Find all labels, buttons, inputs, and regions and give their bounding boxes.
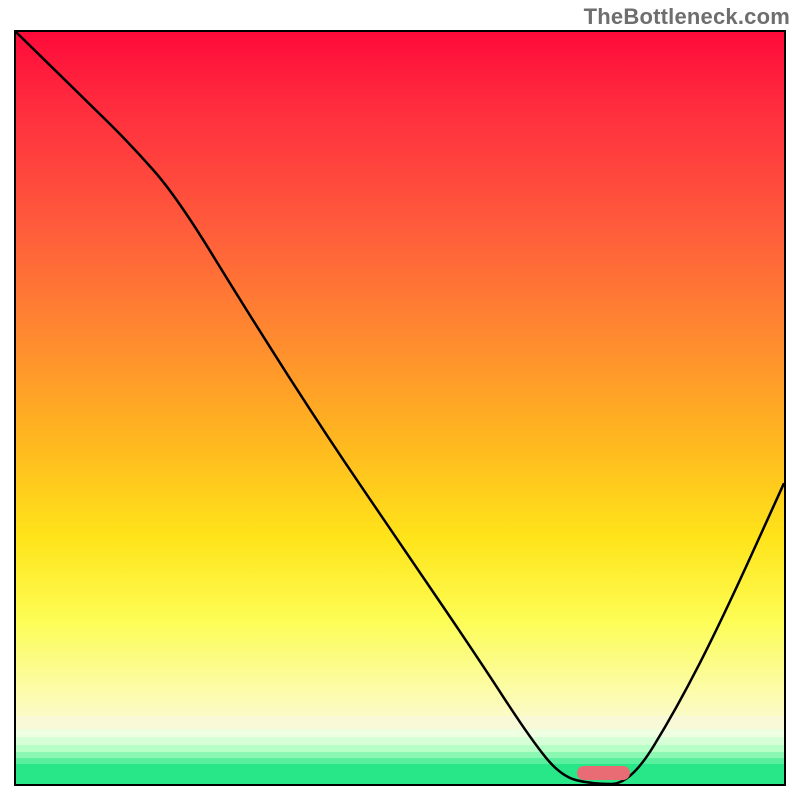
- bottleneck-curve-path: [16, 32, 784, 784]
- plot-area: [14, 30, 786, 786]
- curve-svg: [16, 32, 784, 784]
- optimal-range-marker: [577, 766, 631, 780]
- watermark-text: TheBottleneck.com: [584, 4, 790, 30]
- bottleneck-chart: TheBottleneck.com: [0, 0, 800, 800]
